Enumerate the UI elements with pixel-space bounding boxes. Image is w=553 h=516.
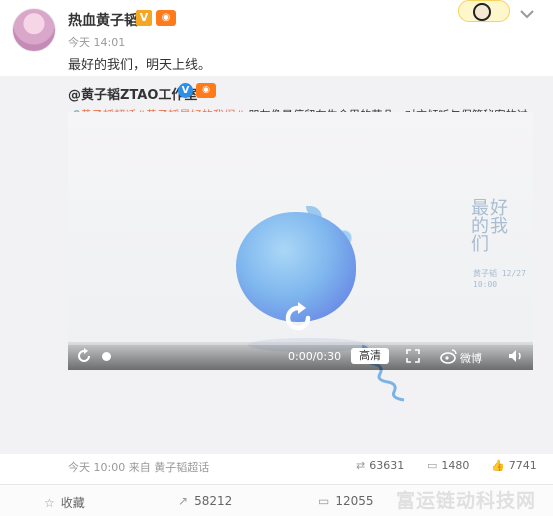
verified-badge: V xyxy=(136,10,152,26)
share-icon: ↗ xyxy=(178,494,189,508)
video-controls: 0:00/0:30 高清 微博 xyxy=(68,342,533,370)
weibo-post: 热血黄子韬 V ◉ 今天 14:01 最好的我们，明天上线。 @黄子韬ZTAO工… xyxy=(0,0,553,516)
like-count[interactable]: 👍 7741 xyxy=(491,459,537,472)
replay-icon[interactable] xyxy=(278,298,318,338)
repost-button[interactable]: ↗ 58212 xyxy=(178,494,232,508)
repost-count[interactable]: ⇄ 63631 xyxy=(356,459,404,472)
comment-button[interactable]: ▭ 12055 xyxy=(318,494,374,508)
video-title: 最好的我们 xyxy=(471,198,509,255)
level-badge-icon: ◉ xyxy=(196,83,216,98)
progress-bar[interactable] xyxy=(68,342,533,345)
fullscreen-icon[interactable] xyxy=(406,349,420,363)
weibo-logo-icon[interactable] xyxy=(440,348,458,364)
video-time: 0:00/0:30 xyxy=(288,350,342,363)
favorite-button[interactable]: ☆ 收藏 xyxy=(44,494,85,511)
like-icon: 👍 xyxy=(491,459,505,472)
chevron-down-icon[interactable] xyxy=(519,8,535,20)
comment-count[interactable]: ▭ 1480 xyxy=(427,459,469,472)
post-time[interactable]: 今天 14:01 xyxy=(68,34,125,50)
star-icon: ☆ xyxy=(44,496,55,510)
verified-icon: V xyxy=(178,83,193,98)
quality-button[interactable]: 高清 xyxy=(351,348,389,364)
avatar[interactable] xyxy=(12,8,56,52)
repost-icon: ⇄ xyxy=(356,459,366,472)
username[interactable]: 热血黄子韬 xyxy=(68,10,138,30)
fan-badge-icon xyxy=(458,0,510,22)
comment-icon: ▭ xyxy=(427,459,438,472)
progress-handle[interactable] xyxy=(102,352,111,361)
weibo-label[interactable]: 微博 xyxy=(460,350,482,366)
post-text: 最好的我们，明天上线。 xyxy=(68,58,212,73)
volume-icon[interactable] xyxy=(508,349,524,363)
restart-icon[interactable] xyxy=(76,348,92,364)
comment-icon: ▭ xyxy=(318,494,330,508)
repost-meta[interactable]: 今天 10:00 来自 黄子韬超话 xyxy=(68,459,209,475)
level-badge-icon: ◉ xyxy=(156,10,176,26)
watermark: 富运链动科技网 xyxy=(396,490,537,512)
video-title-meta: 黄子韬 12/27 10:00 xyxy=(473,269,526,289)
